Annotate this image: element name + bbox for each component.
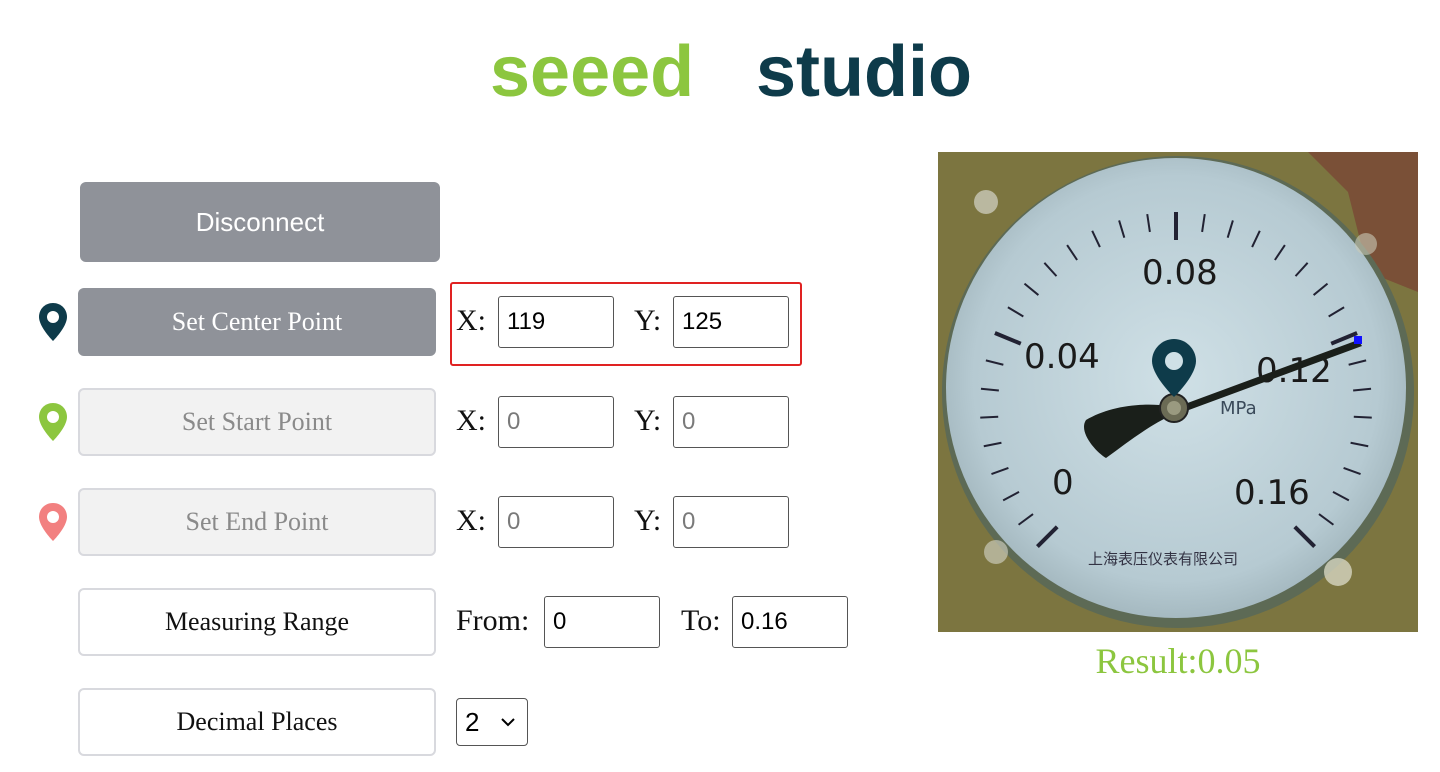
gauge-image[interactable]: 0 0.04 0.08 0.12 0.16 MPa 上海表压仪表有限公司 [938, 152, 1418, 632]
center-y-label: Y: [634, 304, 662, 337]
chevron-down-icon [501, 718, 515, 727]
end-x-input[interactable] [498, 496, 614, 548]
range-to-label: To: [681, 604, 721, 637]
gauge-maker-text: 上海表压仪表有限公司 [1088, 550, 1238, 568]
center-x-label: X: [456, 304, 486, 337]
center-x-input[interactable] [498, 296, 614, 348]
gauge-label-004: 0.04 [1024, 337, 1100, 377]
end-y-input[interactable] [673, 496, 789, 548]
center-pin-icon [38, 302, 68, 342]
start-x-input[interactable] [498, 396, 614, 448]
gauge-unit: MPa [1220, 398, 1257, 419]
set-center-point-button[interactable]: Set Center Point [78, 288, 436, 356]
start-y-input[interactable] [673, 396, 789, 448]
logo-word-seeed: seeed [490, 34, 694, 110]
disconnect-button[interactable]: Disconnect [80, 182, 440, 262]
start-x-label: X: [456, 404, 486, 437]
end-y-label: Y: [634, 504, 662, 537]
start-pin-icon [38, 402, 68, 442]
gauge-label-0: 0 [1052, 463, 1074, 503]
end-pin-icon [38, 502, 68, 542]
result-text: Result:0.05 [1095, 641, 1261, 681]
measuring-range-button[interactable]: Measuring Range [78, 588, 436, 656]
logo-word-studio: studio [756, 34, 972, 110]
range-from-input[interactable] [544, 596, 660, 648]
set-start-point-button[interactable]: Set Start Point [78, 388, 436, 456]
decimal-places-value: 2 [465, 706, 480, 737]
start-y-label: Y: [634, 404, 662, 437]
gauge-label-008: 0.08 [1142, 253, 1218, 293]
decimal-places-select[interactable]: 2 [456, 698, 528, 746]
set-end-point-button[interactable]: Set End Point [78, 488, 436, 556]
range-to-input[interactable] [732, 596, 848, 648]
gauge-tick [980, 415, 999, 419]
seeed-studio-logo: seeed studio [490, 34, 972, 110]
end-x-label: X: [456, 504, 486, 537]
center-y-input[interactable] [673, 296, 789, 348]
range-from-label: From: [456, 604, 530, 637]
gauge-label-016: 0.16 [1234, 473, 1310, 513]
gauge-tick [1353, 415, 1372, 419]
needle-tip-marker [1354, 336, 1362, 344]
decimal-places-button[interactable]: Decimal Places [78, 688, 436, 756]
